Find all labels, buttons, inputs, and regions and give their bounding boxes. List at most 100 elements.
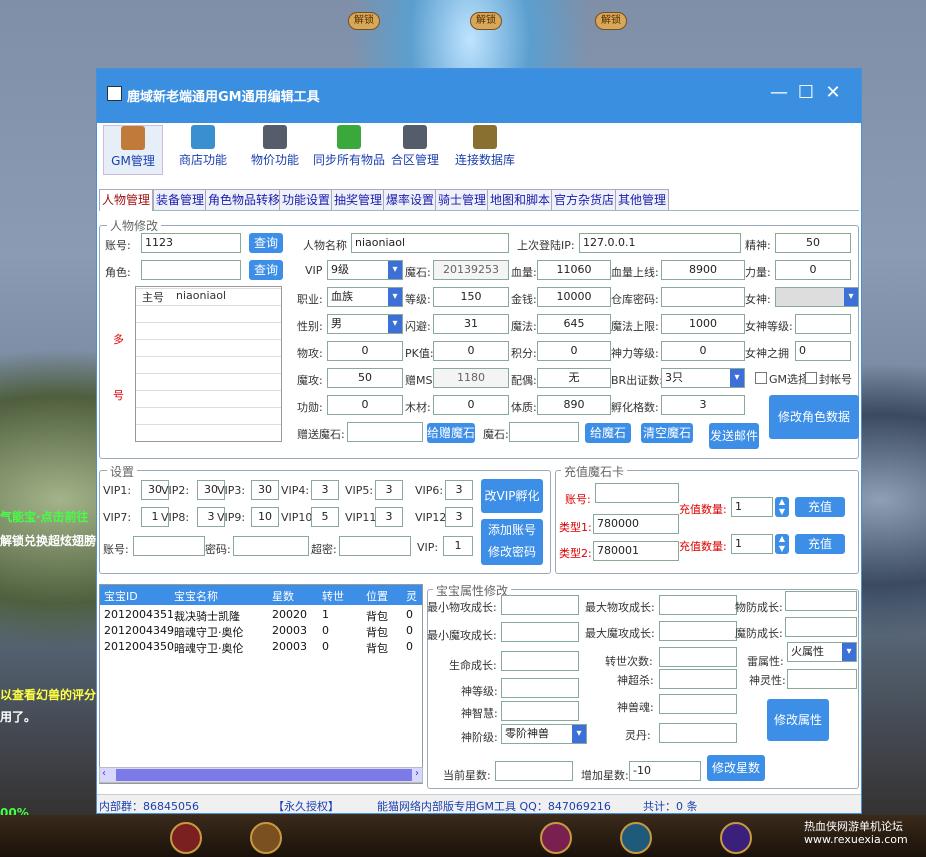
toolbar-connect-db[interactable]: 连接数据库 [453,125,517,175]
vip9-input[interactable]: 10 [251,507,279,527]
spirit-input[interactable]: 50 [775,233,851,253]
vip3-input[interactable]: 30 [251,480,279,500]
table-row[interactable]: 2012004350暗魂守卫·奥伦200030背包0 [100,639,422,655]
add-account-button[interactable]: 添加账号修改密码 [481,519,543,565]
col-pet-id[interactable]: 宝宝ID [104,588,138,604]
job-select[interactable]: 血族 [327,287,403,307]
close-icon[interactable]: ✕ [821,82,845,103]
mana-max-input[interactable]: 1000 [661,314,745,334]
br-select[interactable]: 3只 [661,368,745,388]
settings-vip-input[interactable]: 1 [443,536,473,556]
toolbar-gm-manage[interactable]: GM管理 [103,125,163,175]
god-spirit-input[interactable] [787,669,857,689]
stone-input[interactable] [509,422,579,442]
vip11-input[interactable]: 3 [375,507,403,527]
vip-hatch-button[interactable]: 改VIP孵化 [481,479,543,513]
skill-orb-3[interactable] [540,822,572,854]
warehouse-input[interactable] [661,287,745,307]
settings-account-input[interactable] [133,536,205,556]
clear-stone-button[interactable]: 清空魔石 [641,423,693,443]
pk-input[interactable]: 0 [433,341,509,361]
magic-def-input[interactable] [785,617,857,637]
hp-max-input[interactable]: 8900 [661,260,745,280]
qty2-spinner[interactable]: ▲▼ [775,534,789,554]
unlock-button-2[interactable]: 解锁 [470,12,502,30]
settings-password-input[interactable] [233,536,309,556]
unlock-button-3[interactable]: 解锁 [595,12,627,30]
tab-other[interactable]: 其他管理 [615,189,669,210]
mana-input[interactable]: 645 [537,314,611,334]
tab-equipment[interactable]: 装备管理 [153,189,207,210]
skill-orb-4[interactable] [620,822,652,854]
max-magic-input[interactable] [659,621,737,641]
qty1-input[interactable]: 1 [731,497,773,517]
account-input[interactable]: 1123 [141,233,241,253]
skill-orb-2[interactable] [250,822,282,854]
pet-table-scrollbar[interactable]: ‹› [99,767,423,783]
skill-orb-5[interactable] [720,822,752,854]
tab-person[interactable]: 人物管理 [99,189,153,211]
elixir-input[interactable] [659,723,737,743]
wood-input[interactable]: 0 [433,395,509,415]
col-pet-name[interactable]: 宝宝名称 [174,588,218,604]
settings-super-input[interactable] [339,536,411,556]
give-stone-button[interactable]: 给魔石 [585,423,631,443]
skill-orb-1[interactable] [170,822,202,854]
toolbar-sync-items[interactable]: 同步所有物品 [309,125,389,175]
tab-function[interactable]: 功能设置 [279,189,333,210]
god-level-input[interactable] [501,678,579,698]
min-magic-input[interactable] [501,622,579,642]
gift-ms-input[interactable]: 1180 [433,368,509,388]
tab-drop-rate[interactable]: 爆率设置 [383,189,437,210]
merit-input[interactable]: 0 [327,395,403,415]
toolbar-shop[interactable]: 商店功能 [175,125,231,175]
vip10-input[interactable]: 5 [311,507,339,527]
table-row[interactable]: 2012004351裁决骑士凯隆200201背包0 [100,607,422,623]
level-input[interactable]: 150 [433,287,509,307]
query-button[interactable]: 查询 [249,233,283,253]
vip4-input[interactable]: 3 [311,480,339,500]
god-wisdom-input[interactable] [501,701,579,721]
tab-map-script[interactable]: 地图和脚本 [487,189,553,210]
recharge-button-1[interactable]: 充值 [795,497,845,517]
dodge-input[interactable]: 31 [433,314,509,334]
ban-checkbox[interactable] [805,372,817,384]
col-spirit[interactable]: 灵 [406,588,417,604]
table-row[interactable]: 2012004349暗魂守卫·奥伦200030背包0 [100,623,422,639]
role-input[interactable] [141,260,241,280]
gm-select-checkbox[interactable] [755,372,767,384]
god-rank-select[interactable]: 零阶神兽 [501,724,587,744]
maximize-icon[interactable]: ☐ [794,82,818,103]
col-location[interactable]: 位置 [366,588,388,604]
modify-star-button[interactable]: 修改星数 [707,755,765,781]
life-input[interactable] [501,651,579,671]
thunder-select[interactable]: 火属性 [787,642,857,662]
modify-role-button[interactable]: 修改角色数据 [769,395,859,439]
col-rebirth[interactable]: 转世 [322,588,344,604]
gold-input[interactable]: 10000 [537,287,611,307]
last-ip-input[interactable]: 127.0.0.1 [579,233,741,253]
min-phys-input[interactable] [501,595,579,615]
type2-input[interactable]: 780001 [593,541,679,561]
magic-stone-input[interactable]: 20139253 [433,260,509,280]
toolbar-price[interactable]: 物价功能 [247,125,303,175]
qty1-spinner[interactable]: ▲▼ [775,497,789,517]
phys-def-input[interactable] [785,591,857,611]
modify-attr-button[interactable]: 修改属性 [767,699,829,741]
account-list[interactable]: 主号 niaoniaol [135,286,282,442]
tab-knight[interactable]: 骑士管理 [435,189,489,210]
unlock-button-1[interactable]: 解锁 [348,12,380,30]
send-mail-button[interactable]: 发送邮件 [709,423,759,449]
add-star-input[interactable]: -10 [629,761,701,781]
query-button-2[interactable]: 查询 [249,260,283,280]
tab-item-transfer[interactable]: 角色物品转移 [205,189,283,210]
max-phys-input[interactable] [659,595,737,615]
goddess-level-input[interactable] [795,314,851,334]
goddess-select[interactable] [775,287,859,307]
gift-stone-input[interactable] [347,422,423,442]
power-input[interactable]: 0 [775,260,851,280]
vip12-input[interactable]: 3 [445,507,473,527]
god-soul-input[interactable] [659,694,737,714]
divine-level-input[interactable]: 0 [661,341,745,361]
tab-shop[interactable]: 官方杂货店 [551,189,617,210]
